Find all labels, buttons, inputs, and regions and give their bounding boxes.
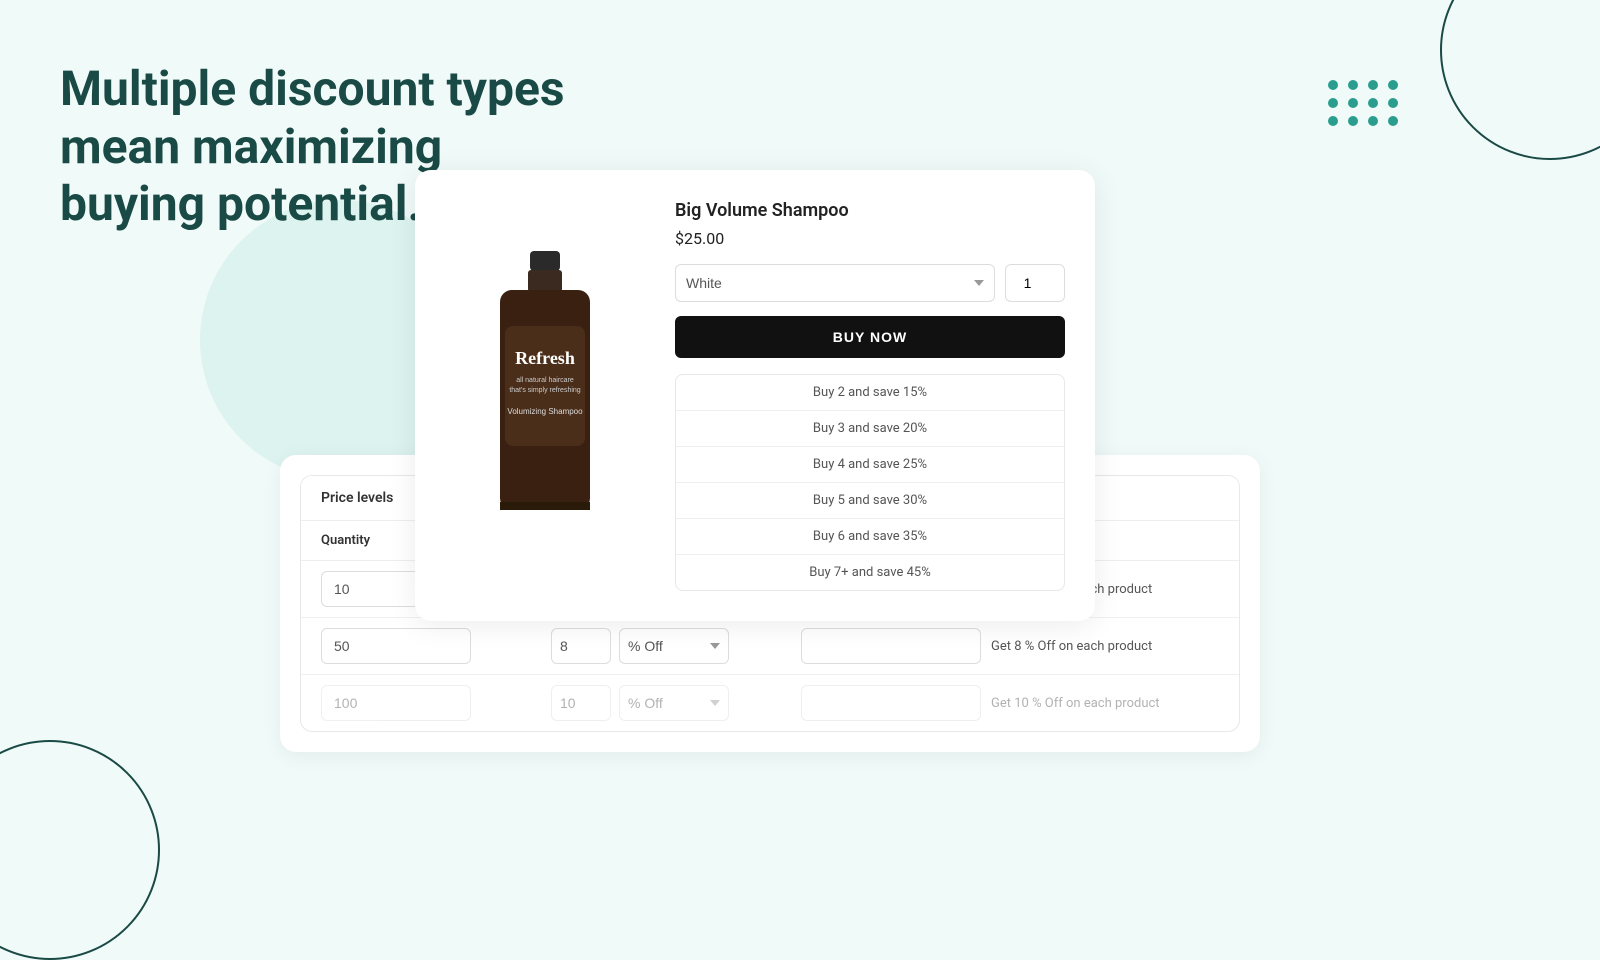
help-text-cell-3: Get 10 % Off on each product	[801, 685, 1219, 721]
discount-value-input-2[interactable]	[551, 628, 611, 664]
product-price: $25.00	[675, 229, 1065, 248]
discount-type-select-3[interactable]: % Off $ Off Fixed	[619, 685, 729, 721]
discount-tier-5: Buy 6 and save 35%	[676, 519, 1064, 555]
product-image-area: Refresh all natural haircare that's simp…	[445, 200, 645, 591]
svg-text:all natural haircare: all natural haircare	[516, 377, 574, 384]
quantity-cell-3	[321, 685, 541, 721]
discount-tier-2: Buy 3 and save 20%	[676, 411, 1064, 447]
product-image: Refresh all natural haircare that's simp…	[480, 246, 610, 546]
discount-tiers-list: Buy 2 and save 15% Buy 3 and save 20% Bu…	[675, 374, 1065, 591]
quantity-cell-2	[321, 628, 541, 664]
help-text-cell-2: Get 8 % Off on each product	[801, 628, 1219, 664]
decorative-circle-bottom-left	[0, 740, 160, 960]
quantity-input-3[interactable]	[321, 685, 471, 721]
discount-value-input-3[interactable]	[551, 685, 611, 721]
help-text-preview-2: Get 8 % Off on each product	[991, 639, 1152, 654]
decorative-circle-top-right	[1440, 0, 1600, 160]
dot-grid-decoration	[1328, 80, 1400, 126]
svg-text:Volumizing Shampoo: Volumizing Shampoo	[507, 407, 583, 416]
discount-tier-4: Buy 5 and save 30%	[676, 483, 1064, 519]
discount-tier-3: Buy 4 and save 25%	[676, 447, 1064, 483]
svg-text:Refresh: Refresh	[515, 348, 575, 368]
quantity-input[interactable]	[1005, 264, 1065, 302]
buy-now-button[interactable]: BUY NOW	[675, 316, 1065, 358]
quantity-input-2[interactable]	[321, 628, 471, 664]
variant-select[interactable]: White Black	[675, 264, 995, 302]
table-row: % Off $ Off Fixed Get 8 % Off on each pr…	[301, 618, 1239, 675]
help-text-input-3[interactable]	[801, 685, 981, 721]
discount-tier-6: Buy 7+ and save 45%	[676, 555, 1064, 590]
table-row: % Off $ Off Fixed Get 10 % Off on each p…	[301, 675, 1239, 731]
product-controls: White Black	[675, 264, 1065, 302]
discount-type-select-2[interactable]: % Off $ Off Fixed	[619, 628, 729, 664]
product-name: Big Volume Shampoo	[675, 200, 1065, 221]
product-details: Big Volume Shampoo $25.00 White Black BU…	[675, 200, 1065, 591]
help-text-input-2[interactable]	[801, 628, 981, 664]
discount-cell-3: % Off $ Off Fixed	[551, 685, 791, 721]
help-text-preview-3: Get 10 % Off on each product	[991, 696, 1160, 711]
discount-tier-1: Buy 2 and save 15%	[676, 375, 1064, 411]
product-card: Refresh all natural haircare that's simp…	[415, 170, 1095, 621]
discount-cell-2: % Off $ Off Fixed	[551, 628, 791, 664]
svg-text:that's simply refreshing: that's simply refreshing	[509, 387, 580, 394]
